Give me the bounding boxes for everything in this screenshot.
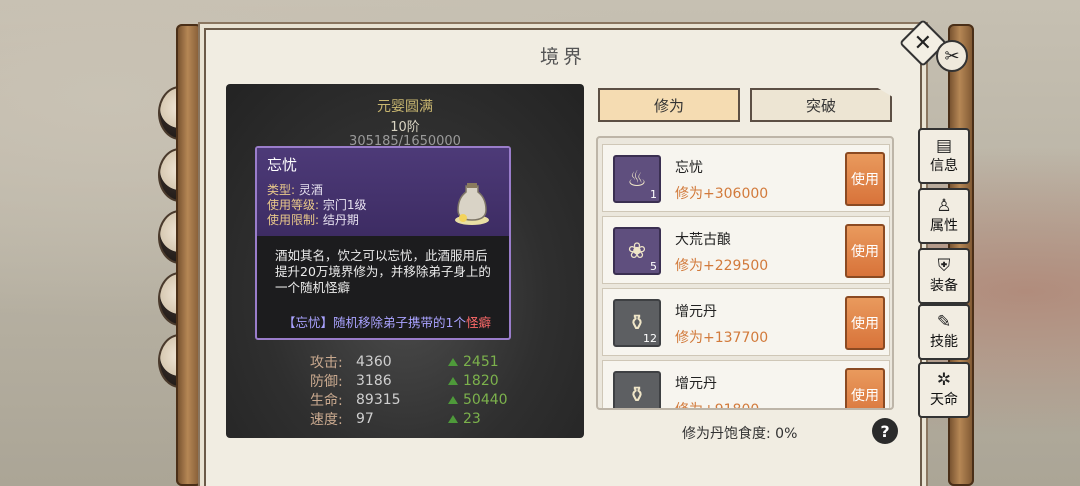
item-value: 修为+91800 xyxy=(675,402,760,410)
tooltip-level-value: 宗门1级 xyxy=(322,198,367,212)
stat-label: 防御: xyxy=(310,373,343,390)
use-button[interactable]: 使用 xyxy=(845,296,885,350)
stat-value: 4360 xyxy=(356,353,392,370)
item-count: 1 xyxy=(650,188,657,201)
item-tooltip: 忘忧 类型: 灵酒 使用等级: 宗门1级 使用限制: 结丹期 酒如其名，饮之可以… xyxy=(255,146,511,340)
armor-icon: ⛨ xyxy=(937,256,951,276)
item-count: 5 xyxy=(650,260,657,273)
side-tab-label: 技能 xyxy=(930,334,958,350)
up-arrow-icon xyxy=(448,414,458,423)
item-name: 大荒古酿 xyxy=(675,232,731,248)
stat-label: 速度: xyxy=(310,411,343,428)
list-item: ❀ 5 大荒古酿 修为+229500 使用 xyxy=(602,216,890,284)
scroll-icon: ✎ xyxy=(936,312,952,332)
stat-value: 3186 xyxy=(356,372,392,389)
scroll-rod-left xyxy=(176,24,202,486)
side-tab-info[interactable]: ▤ 信息 xyxy=(918,128,970,184)
side-tab-label: 装备 xyxy=(930,278,958,294)
figure-icon: ♙ xyxy=(936,196,952,216)
book-icon: ▤ xyxy=(935,136,953,156)
up-arrow-icon xyxy=(448,395,458,404)
wine-jar-icon xyxy=(455,183,489,225)
tab-cultivation[interactable]: 修为 xyxy=(598,88,740,122)
fullness-indicator: 修为丹饱食度: 0% xyxy=(682,423,797,443)
pill-bottle-icon: ⚱ xyxy=(613,371,661,408)
side-tab-skills[interactable]: ✎ 技能 xyxy=(918,304,970,360)
item-name: 增元丹 xyxy=(675,376,717,392)
fullness-value: 0% xyxy=(775,426,798,442)
side-tab-label: 信息 xyxy=(930,158,958,174)
stat-row: 速度: 97 23 xyxy=(310,409,550,428)
help-button[interactable]: ? xyxy=(872,418,898,444)
use-button[interactable]: 使用 xyxy=(845,224,885,278)
item-name: 增元丹 xyxy=(675,304,717,320)
tooltip-item-name: 忘忧 xyxy=(267,156,298,174)
use-button[interactable]: 使用 xyxy=(845,152,885,206)
tooltip-desc-line: 提升20万境界修为，并移除弟子身上的 xyxy=(275,264,491,279)
stat-gain: 2451 xyxy=(448,354,499,370)
item-count: 12 xyxy=(643,332,657,345)
side-tab-attributes[interactable]: ♙ 属性 xyxy=(918,188,970,244)
tooltip-header: 忘忧 类型: 灵酒 使用等级: 宗门1级 使用限制: 结丹期 xyxy=(257,148,509,236)
list-item: ♨ 1 忘忧 修为+306000 使用 xyxy=(602,144,890,212)
tab-breakthrough[interactable]: 突破 xyxy=(750,88,892,122)
panel-title: 境界 xyxy=(539,46,586,68)
item-list[interactable]: ♨ 1 忘忧 修为+306000 使用 ❀ 5 大荒古酿 修为+229500 使用 … xyxy=(596,136,894,410)
fullness-label: 修为丹饱食度: xyxy=(682,426,771,442)
side-tab-equipment[interactable]: ⛨ 装备 xyxy=(918,248,970,304)
stat-gain: 23 xyxy=(448,411,481,427)
tooltip-limit-value: 结丹期 xyxy=(322,213,359,227)
stat-gain-value: 50440 xyxy=(463,391,508,408)
side-tab-destiny[interactable]: ✲ 天命 xyxy=(918,362,970,418)
tooltip-level-label: 使用等级: xyxy=(267,198,320,212)
stat-gain-value: 2451 xyxy=(463,353,499,370)
stat-row: 生命: 89315 50440 xyxy=(310,390,550,409)
wine-jar-icon: ♨ 1 xyxy=(613,155,661,203)
tooltip-description: 酒如其名，饮之可以忘忧，此酒服用后 提升20万境界修为，并移除弟子身上的 一个随… xyxy=(257,236,509,296)
use-button[interactable]: 使用 xyxy=(845,368,885,408)
close-icon[interactable]: ✂ xyxy=(936,40,968,72)
up-arrow-icon xyxy=(448,376,458,385)
stat-gain: 1820 xyxy=(448,373,499,389)
item-value: 修为+229500 xyxy=(675,258,769,274)
stat-label: 生命: xyxy=(310,392,343,409)
stat-value: 89315 xyxy=(356,391,401,408)
tooltip-effect-text: 【忘忧】随机移除弟子携带的1个 xyxy=(283,315,466,330)
stat-label: 攻击: xyxy=(310,354,343,371)
pill-bottle-icon: ⚱ 12 xyxy=(613,299,661,347)
ancient-wine-icon: ❀ 5 xyxy=(613,227,661,275)
stat-gain: 50440 xyxy=(448,392,508,408)
realm-name: 元婴圆满 xyxy=(377,99,433,115)
tooltip-desc-line: 一个随机怪癖 xyxy=(275,280,351,295)
list-item: ⚱ 12 增元丹 修为+137700 使用 xyxy=(602,288,890,356)
stat-gain-value: 1820 xyxy=(463,372,499,389)
tooltip-desc-line: 酒如其名，饮之可以忘忧，此酒服用后 xyxy=(275,248,488,263)
side-tab-label: 天命 xyxy=(930,392,958,408)
tooltip-type-label: 类型: xyxy=(267,183,296,197)
tooltip-effect-highlight: 怪癖 xyxy=(465,315,491,330)
item-value: 修为+306000 xyxy=(675,186,769,202)
realm-stage: 10阶 xyxy=(390,120,420,135)
list-item: ⚱ 增元丹 修为+91800 使用 xyxy=(602,360,890,410)
star-icon: ✲ xyxy=(936,370,952,390)
tooltip-effect: 【忘忧】随机移除弟子携带的1个怪癖 xyxy=(257,296,509,331)
tooltip-type-value: 灵酒 xyxy=(298,183,323,197)
close-icon: ✕ xyxy=(913,30,933,56)
stat-row: 攻击: 4360 2451 xyxy=(310,352,550,371)
side-tab-label: 属性 xyxy=(930,218,958,234)
tooltip-limit-label: 使用限制: xyxy=(267,213,320,227)
stat-gain-value: 23 xyxy=(463,410,481,427)
up-arrow-icon xyxy=(448,357,458,366)
stats-list: 攻击: 4360 2451 防御: 3186 1820 生命: 89315 50… xyxy=(310,352,550,428)
stat-value: 97 xyxy=(356,410,374,427)
item-name: 忘忧 xyxy=(675,160,703,176)
stat-row: 防御: 3186 1820 xyxy=(310,371,550,390)
item-value: 修为+137700 xyxy=(675,330,769,346)
